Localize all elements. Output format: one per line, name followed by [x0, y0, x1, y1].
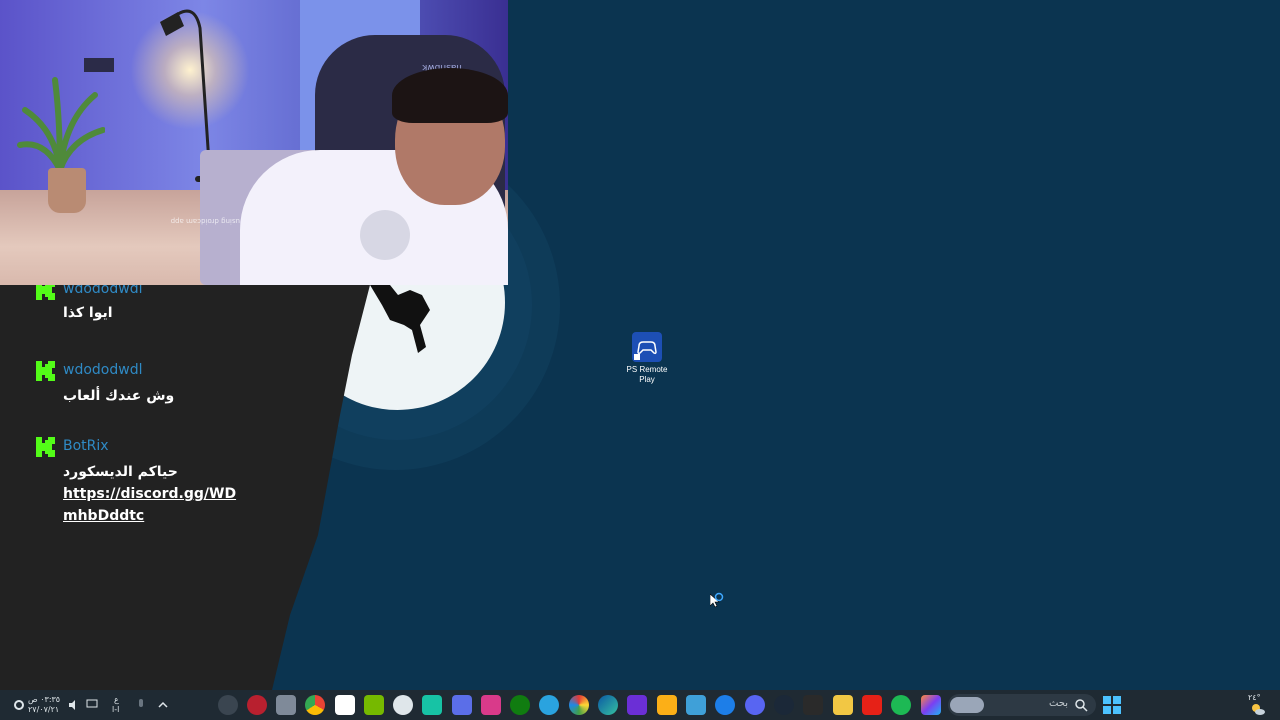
streamer-hair	[392, 68, 508, 123]
chat-text: حياكم الديسكورد	[63, 464, 178, 480]
copilot-icon[interactable]	[921, 695, 941, 715]
weather-temp[interactable]: ٢٤°	[1248, 693, 1261, 702]
clock-time[interactable]: ٠٣:٣٥ ص	[28, 695, 60, 704]
nzxt-icon[interactable]	[627, 695, 647, 715]
discord-link-continued[interactable]: mhbDddtc	[63, 505, 144, 527]
droidcam-overlay-text: using droidcam app	[170, 217, 240, 225]
screen-recorder-icon[interactable]	[481, 695, 501, 715]
volume-icon[interactable]	[68, 699, 80, 711]
youtube-icon[interactable]	[862, 695, 882, 715]
square-app-icon[interactable]	[452, 695, 472, 715]
search-icon	[1075, 699, 1088, 712]
telegram-icon[interactable]	[539, 695, 559, 715]
notion-icon[interactable]	[335, 695, 355, 715]
plant-pot	[48, 168, 86, 213]
plant	[17, 77, 105, 173]
rockstar-icon[interactable]	[657, 695, 677, 715]
chat-username[interactable]: wdododwdl	[63, 361, 142, 379]
network-icon[interactable]	[86, 699, 98, 711]
language-indicator[interactable]: ع	[114, 695, 119, 704]
taskbar: ٠٣:٣٥ ص ٢٧/٠٧/٢١ ع ا-ا بحث ٢٤°	[0, 690, 1280, 720]
kick-badge-icon	[36, 437, 55, 457]
spotify-icon[interactable]	[891, 695, 911, 715]
epic-games-icon[interactable]	[803, 695, 823, 715]
color-picker-icon[interactable]	[569, 695, 589, 715]
opera-gx-icon[interactable]	[247, 695, 267, 715]
chat-username[interactable]: BotRix	[63, 437, 109, 455]
ps-remote-play-icon	[632, 332, 662, 362]
remote-play-icon[interactable]	[715, 695, 735, 715]
chat-text: ايوا كذا	[63, 305, 113, 321]
microphone-icon[interactable]	[136, 698, 146, 712]
desktop-icon-ps-remote-play[interactable]: PS Remote Play	[620, 332, 674, 392]
discord-icon[interactable]	[745, 695, 765, 715]
location-icon[interactable]	[218, 695, 238, 715]
language-indicator-sub[interactable]: ا-ا	[112, 705, 119, 714]
kick-badge-icon	[36, 361, 55, 381]
wallpaper-figure	[370, 285, 430, 353]
settings-gear-icon[interactable]	[12, 698, 26, 712]
chrome-icon[interactable]	[305, 695, 325, 715]
game-icon[interactable]	[276, 695, 296, 715]
capcut-icon[interactable]	[422, 695, 442, 715]
search-placeholder: بحث	[1048, 698, 1068, 709]
chat-text: وش عندك ألعاب	[63, 388, 175, 404]
weather-icon[interactable]	[1250, 702, 1266, 716]
discord-link[interactable]: https://discord.gg/WD	[63, 483, 236, 505]
file-explorer-icon[interactable]	[833, 695, 853, 715]
taskbar-search-box[interactable]: بحث	[948, 694, 1096, 716]
search-highlight-image	[950, 697, 984, 713]
nvidia-icon[interactable]	[364, 695, 384, 715]
steam-icon[interactable]	[774, 695, 794, 715]
webcam-feed: using droidcam app flashbwk	[0, 0, 508, 285]
busy-cursor-icon	[710, 592, 724, 608]
gamepad-icon	[634, 341, 657, 360]
xbox-icon[interactable]	[510, 695, 530, 715]
desktop-icon-label: PS Remote Play	[626, 365, 668, 384]
display-icon[interactable]	[686, 695, 706, 715]
clock-date[interactable]: ٢٧/٠٧/٢١	[28, 705, 59, 714]
edge-icon[interactable]	[598, 695, 618, 715]
steam-deck-icon[interactable]	[393, 695, 413, 715]
windows-start-icon[interactable]	[1102, 695, 1122, 715]
chevron-up-icon[interactable]	[157, 699, 169, 711]
